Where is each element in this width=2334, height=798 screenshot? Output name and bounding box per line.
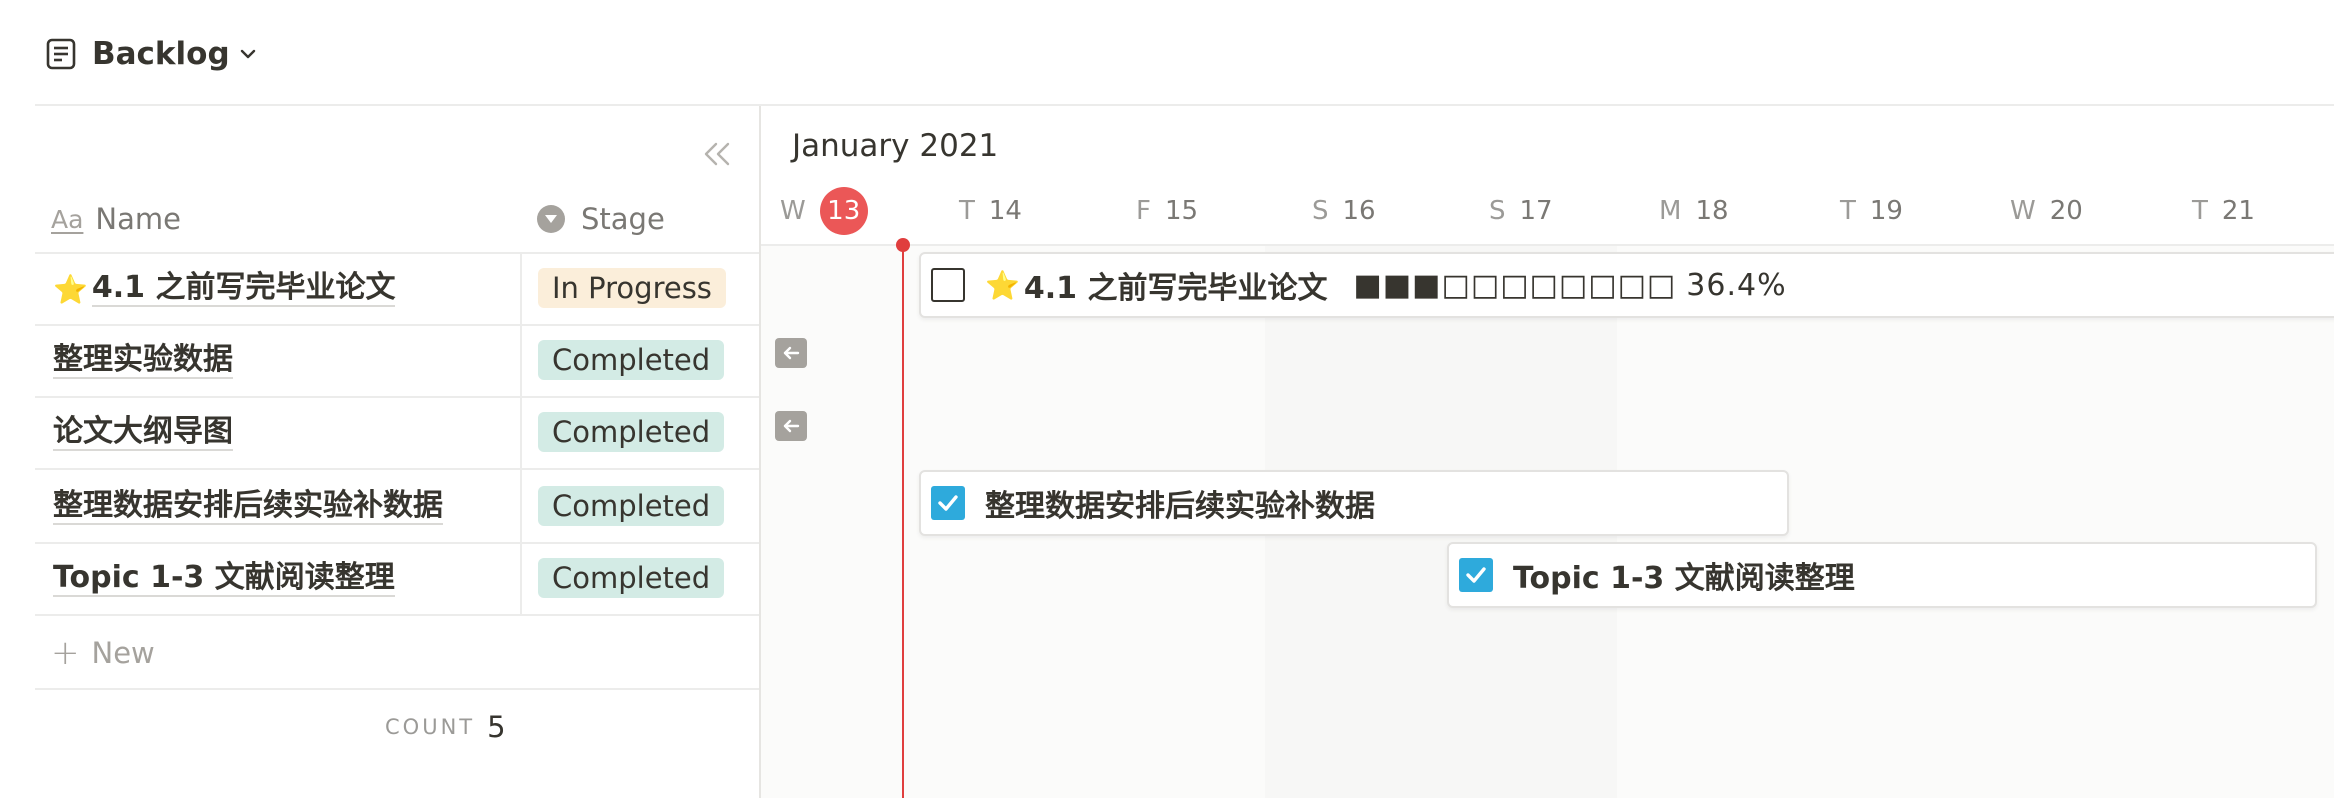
- count-value: 5: [487, 710, 506, 744]
- row-name[interactable]: Topic 1-3 文献阅读整理: [53, 544, 395, 614]
- day-21: T 21: [2192, 186, 2255, 236]
- row-title: 4.1 之前写完毕业论文: [91, 270, 396, 308]
- day-number: 18: [1695, 196, 1729, 226]
- stage-badge[interactable]: In Progress: [538, 268, 726, 308]
- day-19: T 19: [1840, 186, 1903, 236]
- column-stage-label: Stage: [581, 202, 665, 236]
- month-label: January 2021: [792, 128, 999, 164]
- checkbox-icon[interactable]: [931, 268, 965, 302]
- chevron-down-icon: [238, 43, 260, 65]
- row-title: Topic 1-3 文献阅读整理: [53, 560, 395, 598]
- day-of-week: S: [1489, 196, 1506, 226]
- day-number: 17: [1519, 196, 1553, 226]
- bar-title: Topic 1-3 文献阅读整理: [1513, 561, 1855, 596]
- day-of-week: M: [1659, 196, 1682, 226]
- stage-badge[interactable]: Completed: [538, 486, 725, 526]
- day-number: 15: [1164, 196, 1199, 226]
- row-name[interactable]: 整理实验数据: [53, 326, 233, 396]
- table-row[interactable]: 论文大纲导图 Completed: [35, 398, 759, 470]
- row-title: 整理实验数据: [53, 342, 233, 380]
- timeline-bar[interactable]: ⭐ 4.1 之前写完毕业论文 ■■■□□□□□□□□ 36.4%: [919, 252, 2334, 318]
- row-title: 整理数据安排后续实验补数据: [53, 488, 443, 526]
- day-17: S 17: [1489, 186, 1553, 236]
- day-number: 16: [1342, 196, 1376, 226]
- table-header: Aa Name Stage: [35, 186, 759, 254]
- progress-blocks: ■■■□□□□□□□□: [1353, 267, 1677, 303]
- table-panel: Aa Name Stage ⭐ 4.1 之前写完毕业论文 In Progress…: [35, 106, 759, 798]
- arrow-left-icon[interactable]: [775, 338, 807, 368]
- day-of-week: W: [780, 196, 806, 226]
- arrow-left-icon[interactable]: [775, 411, 807, 441]
- doc-icon: [44, 37, 78, 71]
- day-13: W 13: [780, 186, 868, 236]
- view-title: Backlog: [92, 36, 230, 72]
- star-icon: ⭐: [985, 268, 1020, 302]
- collapse-left-icon[interactable]: [697, 134, 737, 174]
- table-row[interactable]: Topic 1-3 文献阅读整理 Completed: [35, 544, 759, 616]
- day-of-week: T: [1840, 196, 1856, 226]
- stage-badge[interactable]: Completed: [538, 412, 725, 452]
- column-divider: [520, 252, 522, 616]
- star-icon: ⭐: [53, 272, 88, 306]
- timeline-bar[interactable]: 整理数据安排后续实验补数据: [919, 470, 1789, 536]
- column-header-name[interactable]: Aa Name: [51, 186, 181, 252]
- today-marker: 13: [819, 187, 868, 235]
- day-16: S 16: [1312, 186, 1376, 236]
- row-name[interactable]: 整理数据安排后续实验补数据: [53, 472, 443, 542]
- text-property-icon: Aa: [51, 204, 84, 234]
- day-number: 19: [1869, 196, 1903, 226]
- day-18: M 18: [1659, 186, 1729, 236]
- column-header-stage[interactable]: Stage: [537, 186, 665, 252]
- today-dot: [896, 238, 910, 252]
- timeline-bar[interactable]: Topic 1-3 文献阅读整理: [1447, 542, 2317, 608]
- day-of-week: W: [2010, 196, 2036, 226]
- day-20: W 20: [2010, 186, 2083, 236]
- checkbox-icon[interactable]: [1459, 558, 1493, 592]
- stage-badge[interactable]: Completed: [538, 558, 725, 598]
- row-name[interactable]: 论文大纲导图: [53, 398, 233, 468]
- day-number: 20: [2049, 196, 2083, 226]
- day-of-week: F: [1136, 196, 1151, 226]
- day-number: 14: [988, 196, 1022, 226]
- stage-badge[interactable]: Completed: [538, 340, 725, 380]
- day-of-week: T: [2192, 196, 2208, 226]
- table-row[interactable]: 整理数据安排后续实验补数据 Completed: [35, 472, 759, 544]
- day-number: 21: [2221, 196, 2255, 226]
- bar-title: 整理数据安排后续实验补数据: [985, 489, 1375, 524]
- checkbox-icon[interactable]: [931, 486, 965, 520]
- day-15: F 15: [1136, 186, 1198, 236]
- stage-select-icon: [537, 205, 565, 233]
- progress-percent: 36.4%: [1686, 267, 1787, 303]
- row-title: 论文大纲导图: [53, 414, 233, 452]
- day-of-week: S: [1312, 196, 1329, 226]
- bar-title: 4.1 之前写完毕业论文: [1023, 271, 1328, 306]
- count-label: COUNT: [385, 715, 476, 739]
- new-row-label: New: [91, 636, 155, 670]
- count-footer[interactable]: COUNT 5: [385, 702, 506, 752]
- day-14: T 14: [959, 186, 1022, 236]
- today-line: [902, 246, 904, 798]
- column-name-label: Name: [95, 202, 181, 236]
- day-header: W 13 T 14 F 15 S 16 S 17 M 18 T 19 W 20: [761, 186, 2334, 236]
- new-row-button[interactable]: + New: [35, 618, 759, 690]
- day-of-week: T: [959, 196, 975, 226]
- timeline-view: January 2021 W 13 T 14 F 15 S 16 S 17 M …: [761, 106, 2334, 798]
- timeline-header-divider: [761, 244, 2334, 246]
- table-row[interactable]: 整理实验数据 Completed: [35, 326, 759, 398]
- table-row[interactable]: ⭐ 4.1 之前写完毕业论文 In Progress: [35, 254, 759, 326]
- plus-icon: +: [51, 633, 80, 673]
- view-switcher[interactable]: Backlog: [44, 30, 260, 78]
- row-name[interactable]: ⭐ 4.1 之前写完毕业论文: [53, 254, 396, 324]
